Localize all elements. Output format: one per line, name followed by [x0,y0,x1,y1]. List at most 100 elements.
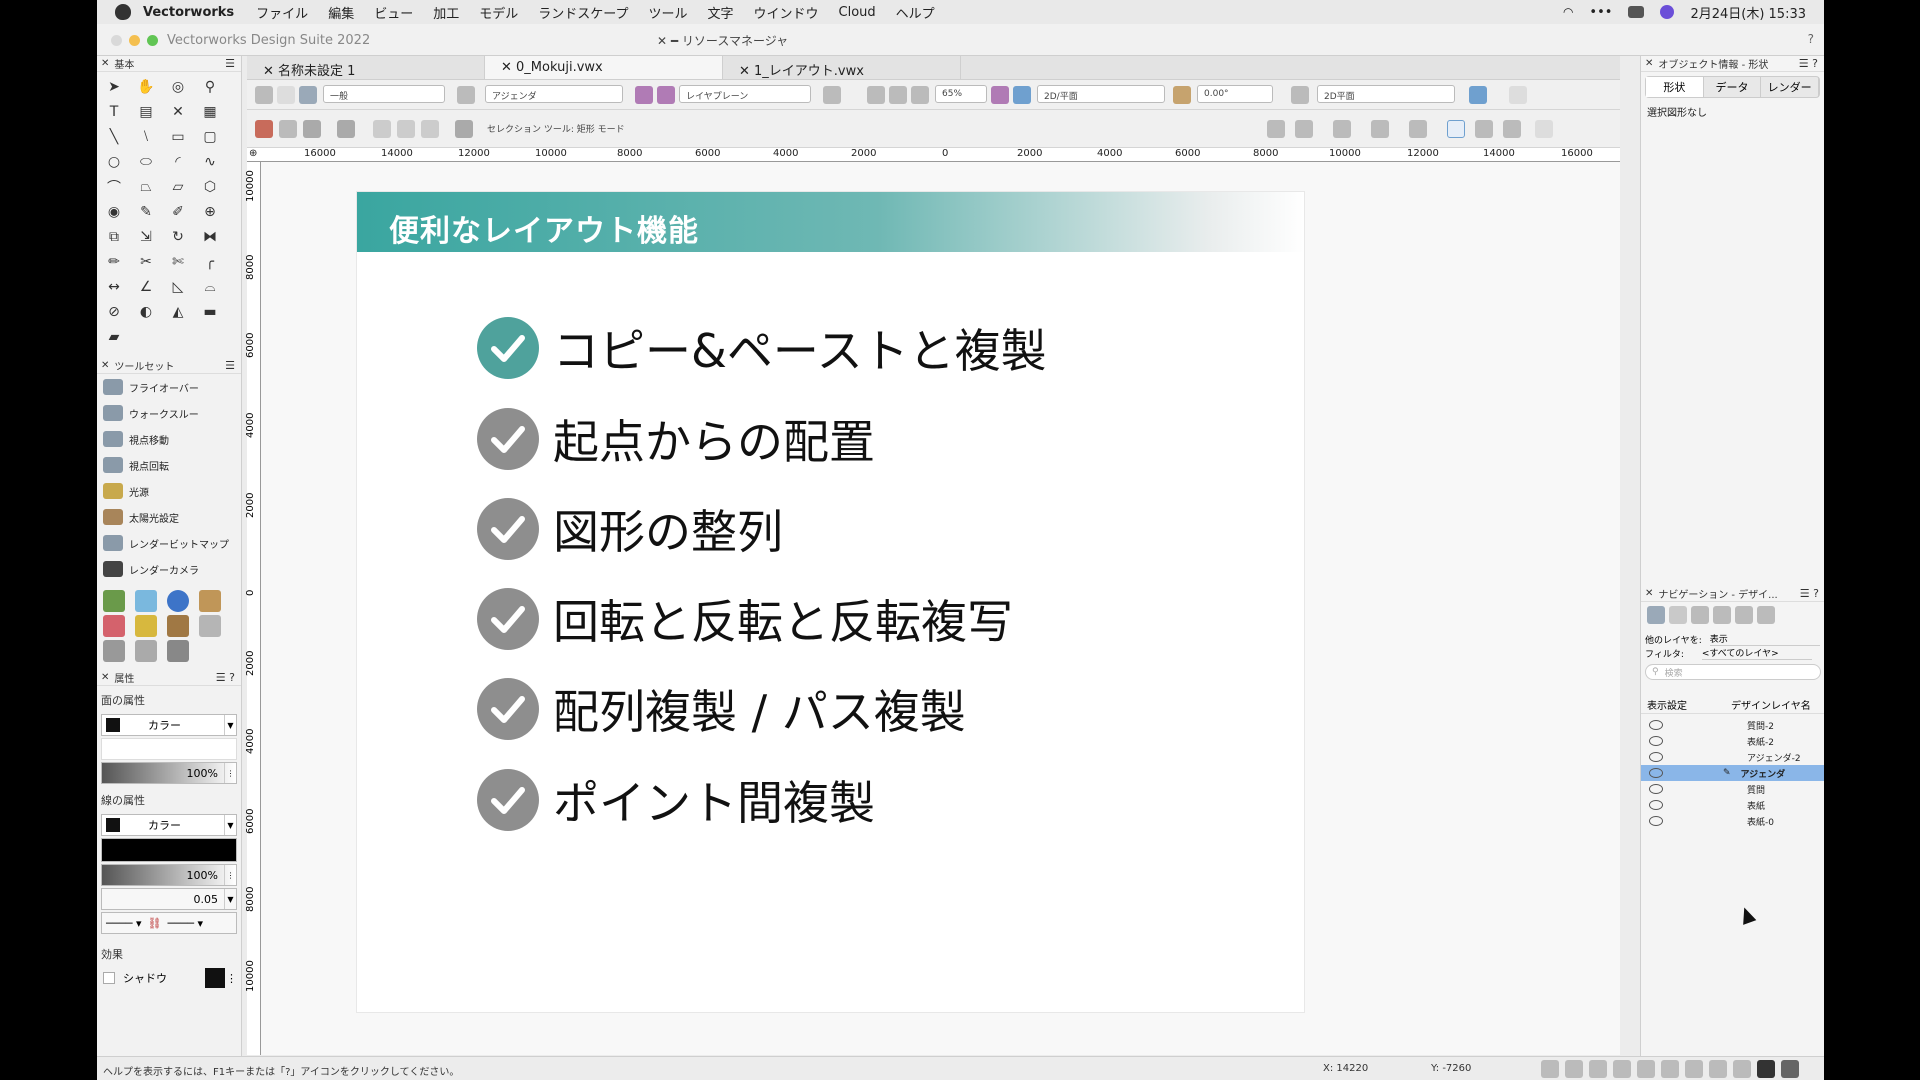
column-visibility[interactable]: 表示設定 [1647,697,1731,712]
fillet-tool-icon[interactable]: ╭ [199,251,221,273]
class-select[interactable]: 一般 [323,85,445,103]
menu-text[interactable]: 文字 [708,3,734,22]
layer-row[interactable]: 表紙 [1641,797,1824,813]
fill-opacity-field[interactable]: 100% ⋮ [101,762,237,784]
toolset-item-walkthrough[interactable]: ウォークスルー [97,400,241,426]
menu-landscape[interactable]: ランドスケープ [538,3,628,22]
layer-icon[interactable] [457,86,475,104]
menu-icon[interactable]: ☰ [225,57,235,70]
reshape-tool-icon[interactable]: ✏ [103,251,125,273]
layer-options-icon[interactable] [657,86,675,104]
pin-tool-icon[interactable]: ✐ [167,201,189,223]
layers-icon[interactable] [1669,606,1687,624]
brush-tool-icon[interactable] [199,615,221,637]
eye-icon[interactable] [1649,720,1663,730]
polygon-tool-icon[interactable]: ⏢ [135,176,157,198]
fill-style-field[interactable] [101,738,237,760]
toolset-item-render-bitmap[interactable]: レンダービットマップ [97,530,241,556]
polyline-tool-icon[interactable]: ⌒ [103,176,125,198]
spotlight-tool-icon[interactable] [135,615,157,637]
gear-icon[interactable] [1295,120,1313,138]
line-style-field[interactable] [101,838,237,862]
layer-row-active[interactable]: ✎ アジェンダ [1641,765,1824,781]
other-layers-select[interactable]: 表示 [1709,632,1820,646]
render-mode-icon[interactable] [823,86,841,104]
circle-tool-icon[interactable]: ○ [103,151,125,173]
clock[interactable]: 2月24日(木) 15:33 [1690,3,1806,22]
snap-intersection-icon[interactable] [1613,1060,1631,1078]
tab-untitled[interactable]: ✕ 名称未設定 1 [247,56,485,79]
toolset-item-pan-view[interactable]: 視点移動 [97,426,241,452]
sheet-layers-icon[interactable] [1691,606,1709,624]
box-tool-icon[interactable] [199,590,221,612]
toolset-item-rotate-view[interactable]: 視点回転 [97,452,241,478]
close-icon[interactable]: ✕ [1645,58,1653,69]
resize-mode-icon[interactable] [279,120,297,138]
snap-box-icon[interactable] [1447,120,1465,138]
pan-tool-icon[interactable]: ✋ [135,76,157,98]
more-vertical-icon[interactable]: ⋮ [224,763,236,783]
group-select-icon[interactable] [337,120,355,138]
lasso-mode-icon[interactable] [397,120,415,138]
close-icon[interactable]: ✕ [501,60,516,75]
chevron-down-icon[interactable] [1509,86,1527,104]
zoom-selection-icon[interactable] [889,86,907,104]
eye-icon[interactable] [1649,752,1663,762]
gear-icon[interactable] [1781,1060,1799,1078]
move-tool-icon[interactable]: ⇲ [135,226,157,248]
tab-data[interactable]: データ [1704,77,1762,97]
zoom-tool-icon[interactable]: ⚲ [199,76,221,98]
shadow-color-swatch[interactable] [205,968,225,988]
menu-model[interactable]: モデル [479,3,518,22]
arc-tool-icon[interactable]: ◜ [167,151,189,173]
snap-loci-icon[interactable] [1733,1060,1751,1078]
arrow-end-icon[interactable]: ──── ▾ [167,917,203,930]
filter-select[interactable]: <すべてのレイヤ> [1701,646,1812,660]
rectangle-tool-icon[interactable]: ▭ [167,126,189,148]
tab-render[interactable]: レンダー [1761,77,1820,97]
angle-field[interactable]: 0.00° [1197,85,1273,103]
zoom-field[interactable]: 65% [935,85,987,103]
visibility-icon[interactable] [1469,86,1487,104]
menu-cloud[interactable]: Cloud [839,5,876,20]
menu-icon[interactable]: ☰ ? [1799,57,1818,70]
polygon-mode-icon[interactable] [421,120,439,138]
eye-icon[interactable] [1649,784,1663,794]
layer-row[interactable]: 表紙-0 [1641,813,1824,829]
locus-tool-icon[interactable]: ✕ [167,101,189,123]
layer-select[interactable]: アジェンダ [485,85,623,103]
close-icon[interactable]: ✕ [263,64,278,79]
more-icon[interactable]: ••• [1589,5,1612,20]
menu-view[interactable]: ビュー [374,3,413,22]
angular-dimension-tool-icon[interactable]: ∠ [135,276,157,298]
snap-distance-icon[interactable] [1637,1060,1655,1078]
close-icon[interactable]: ✕ [739,64,754,79]
close-icon[interactable]: ✕ [1645,588,1653,599]
menu-edit[interactable]: 編集 [328,3,354,22]
plane-select[interactable]: レイヤプレーン [679,85,811,103]
line-tool-icon[interactable]: ╲ [103,126,125,148]
oval-tool-icon[interactable]: ⬭ [135,151,157,173]
menu-tools[interactable]: ツール [648,3,687,22]
offset-tool-icon[interactable]: ⧉ [103,226,125,248]
references-icon[interactable] [1757,606,1775,624]
snap-surface-icon[interactable] [1709,1060,1727,1078]
terrain-tool-icon[interactable] [103,590,125,612]
control-center-icon[interactable] [1628,6,1645,18]
symbol-tool-icon[interactable]: ▦ [199,101,221,123]
view-cube-icon[interactable] [1013,86,1031,104]
feature-item[interactable]: 回転と反転と反転複写 [477,587,1013,651]
line-weight-select[interactable]: 0.05 ▼ [101,888,237,910]
close-icon[interactable]: ✕ [101,360,109,371]
create-object-tool-icon[interactable]: ▰ [103,326,125,348]
close-icon[interactable]: ✕ [101,672,109,683]
eye-icon[interactable] [1649,736,1663,746]
toolset-item-flyover[interactable]: フライオーバー [97,374,241,400]
shadow-checkbox[interactable] [103,972,115,984]
rounded-rect-tool-icon[interactable]: ▢ [199,126,221,148]
disable-select-icon[interactable] [255,120,273,138]
zoom-fit-icon[interactable] [867,86,885,104]
rotate-plan-icon[interactable] [1173,86,1191,104]
object-tool-icon[interactable] [135,640,157,662]
feature-item[interactable]: 配列複製 / パス複製 [477,677,966,741]
